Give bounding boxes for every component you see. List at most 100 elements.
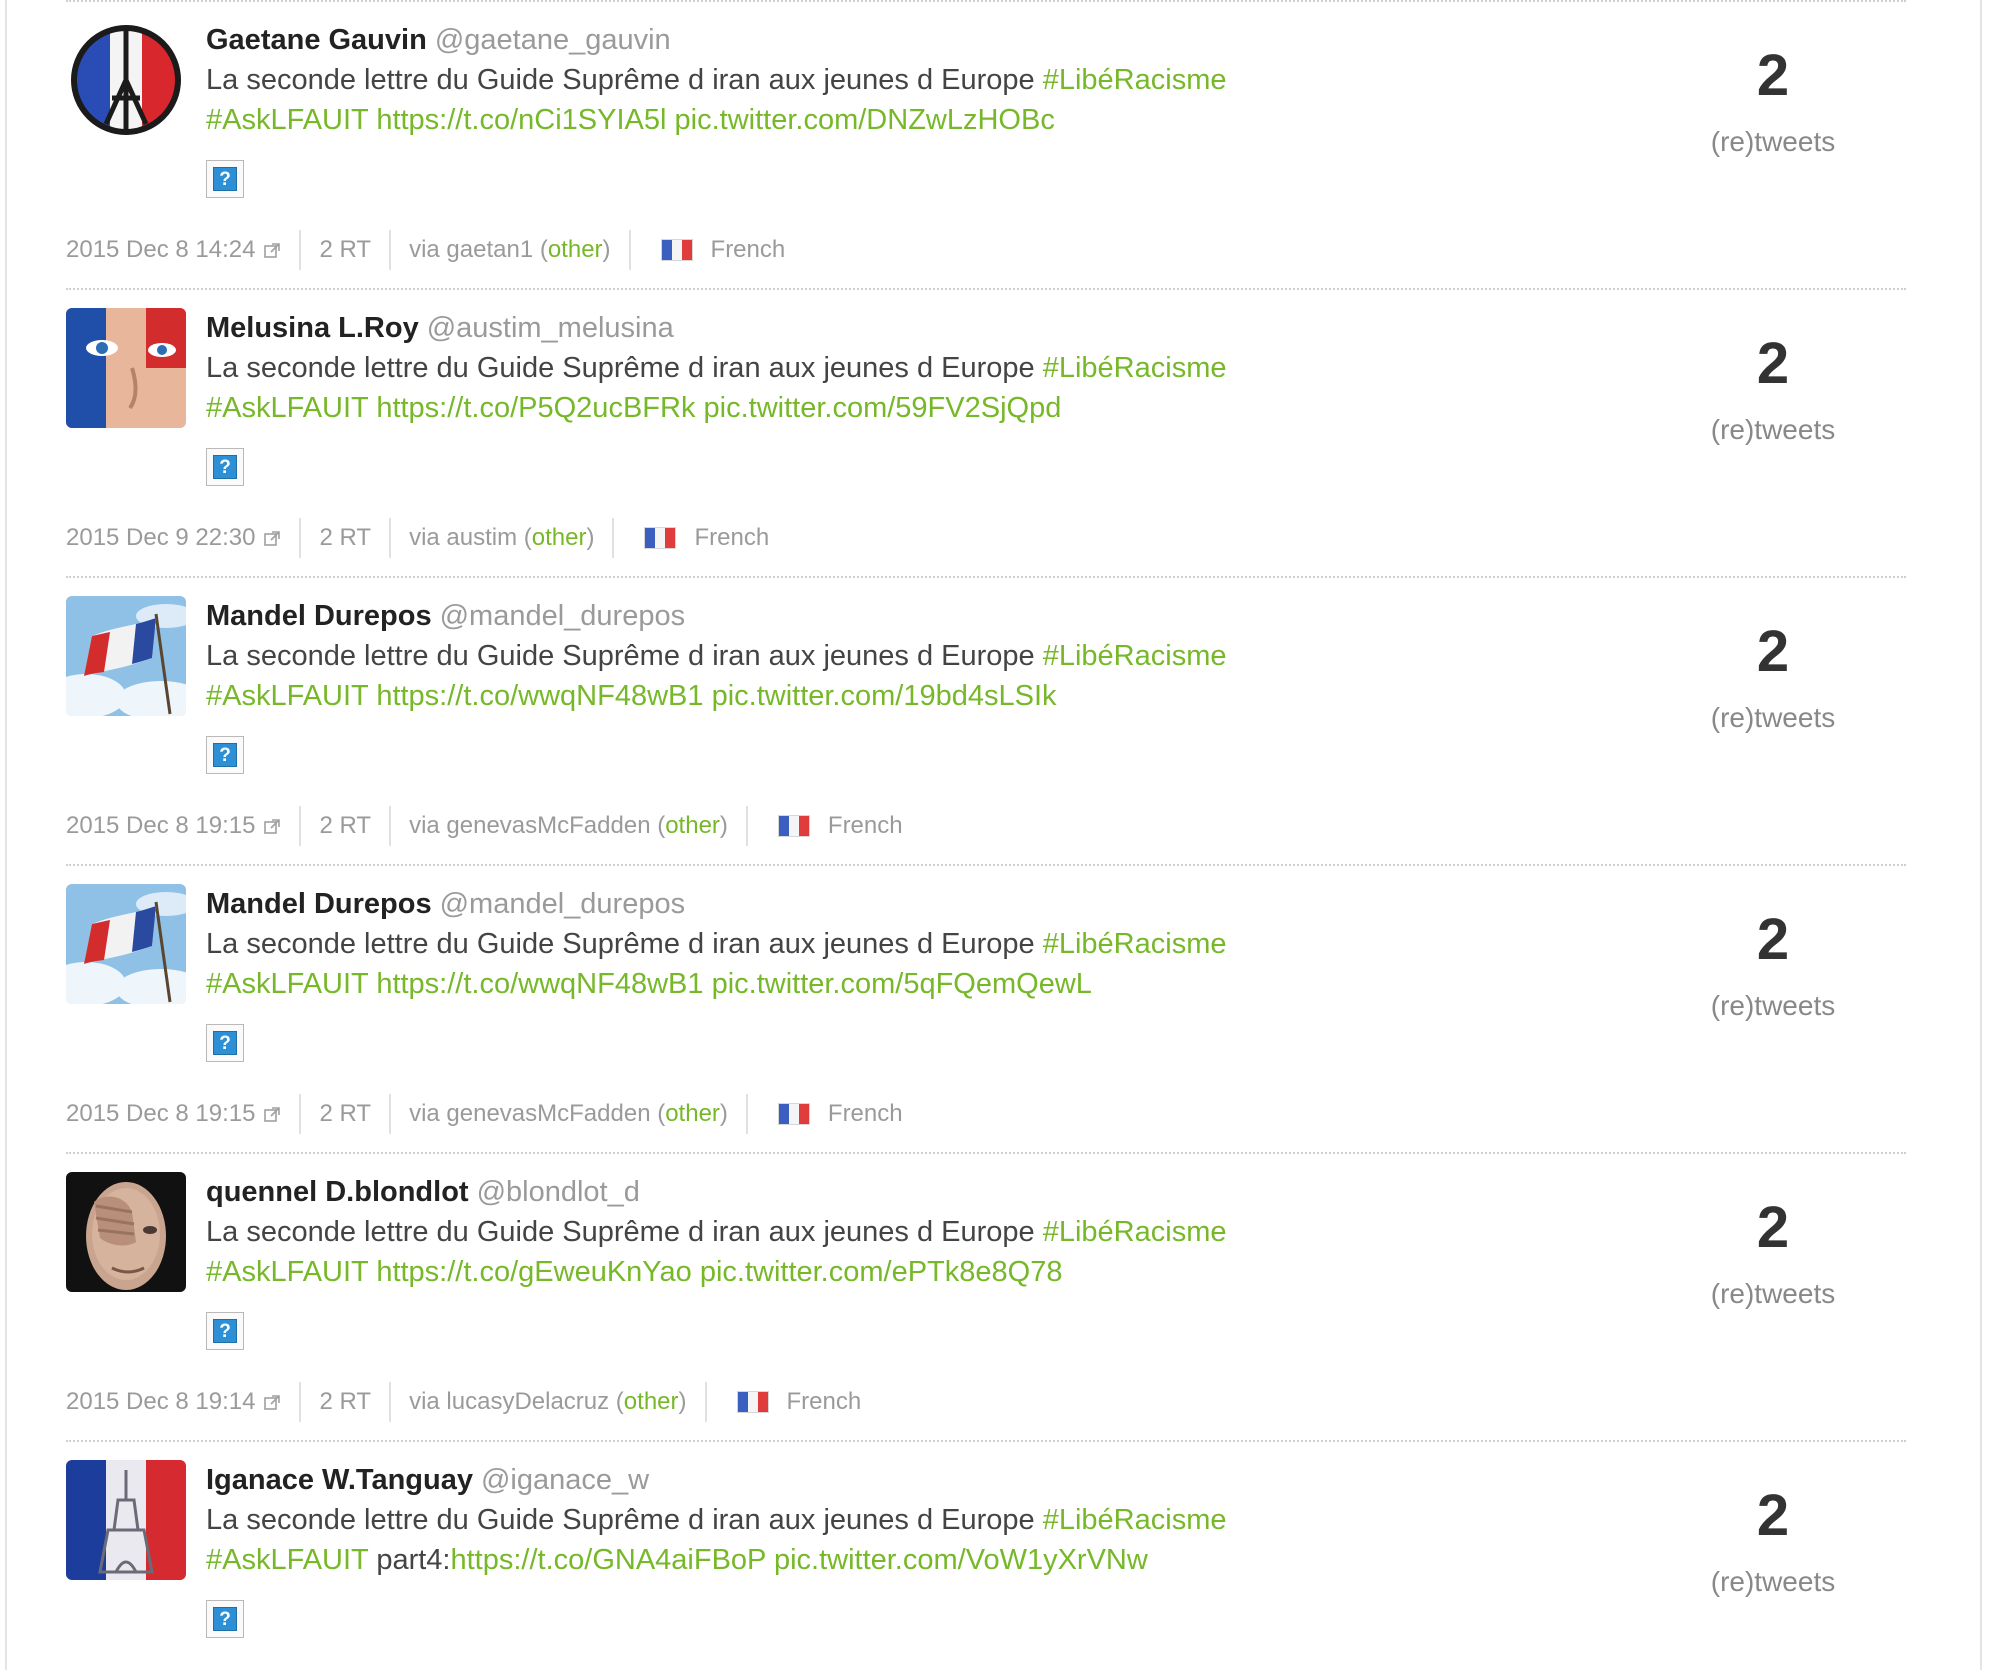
- hashtag-link[interactable]: #AskLFAUIT: [206, 392, 368, 424]
- tweet-item: Iganace W.Tanguay @iganace_w La seconde l…: [0, 1440, 1992, 1670]
- tweet-date-link[interactable]: 2015 Dec 9 22:30: [66, 518, 281, 558]
- rt-count: 2 RT: [319, 812, 372, 839]
- hashtag-link[interactable]: #AskLFAUIT: [206, 680, 368, 712]
- hashtag-link[interactable]: #LibéRacisme: [1043, 640, 1227, 672]
- question-mark-icon: ?: [213, 455, 237, 479]
- tweet-item: quennel D.blondlot @blondlot_d La seconde…: [0, 1152, 1992, 1440]
- avatar[interactable]: [66, 596, 186, 716]
- avatar[interactable]: [66, 20, 186, 140]
- via-prefix: via genevasMcFadden (: [409, 1100, 666, 1127]
- pic-link[interactable]: pic.twitter.com/DNZwLzHOBc: [675, 104, 1055, 136]
- france-flag-icon: [777, 815, 810, 837]
- rt-count: 2 RT: [319, 1100, 372, 1127]
- external-link-icon: [264, 1106, 281, 1122]
- media-button[interactable]: ?: [206, 736, 244, 774]
- hashtag-link[interactable]: #AskLFAUIT: [206, 104, 368, 136]
- avatar[interactable]: [66, 308, 186, 428]
- pic-link[interactable]: pic.twitter.com/5qFQemQewL: [712, 968, 1092, 1000]
- external-link-icon: [264, 1394, 281, 1410]
- media-button[interactable]: ?: [206, 160, 244, 198]
- tweet-meta: 2015 Dec 8 19:15 2 RT via genevasMcFadde…: [66, 806, 903, 846]
- tweet-text: La seconde lettre du Guide Suprême d ira…: [206, 1216, 1043, 1248]
- url-link[interactable]: https://t.co/wwqNF48wB1: [376, 968, 703, 1000]
- via-other-link[interactable]: other: [665, 1094, 720, 1134]
- via-suffix: ): [678, 1388, 687, 1415]
- media-button[interactable]: ?: [206, 1600, 244, 1638]
- avatar[interactable]: [66, 884, 186, 1004]
- meta-separator: [628, 230, 631, 270]
- hashtag-link[interactable]: #LibéRacisme: [1043, 64, 1227, 96]
- pic-link[interactable]: pic.twitter.com/59FV2SjQpd: [704, 392, 1062, 424]
- via-other-link[interactable]: other: [665, 806, 720, 846]
- tweet-text: La seconde lettre du Guide Suprême d ira…: [206, 64, 1043, 96]
- via-other-link[interactable]: other: [532, 518, 587, 558]
- tweet-date-link[interactable]: 2015 Dec 8 19:15: [66, 806, 281, 846]
- tweet-meta: 2015 Dec 8 14:24 2 RT via gaetan1 (other…: [66, 230, 785, 270]
- user-handle: @gaetane_gauvin: [434, 24, 671, 56]
- hashtag-link[interactable]: #LibéRacisme: [1043, 928, 1227, 960]
- hashtag-link[interactable]: #LibéRacisme: [1043, 352, 1227, 384]
- user-name[interactable]: Mandel Durepos: [206, 600, 432, 632]
- tweet-item: Melusina L.Roy @austim_melusina La second…: [0, 288, 1992, 576]
- media-button[interactable]: ?: [206, 448, 244, 486]
- external-link-icon: [264, 818, 281, 834]
- retweet-count-label: (re)tweets: [1710, 990, 1836, 1021]
- retweet-count: 2: [1756, 43, 1790, 108]
- rt-count: 2 RT: [319, 1388, 372, 1415]
- hashtag-link[interactable]: #LibéRacisme: [1043, 1216, 1227, 1248]
- retweet-count-label: (re)tweets: [1710, 126, 1836, 157]
- external-link-icon: [264, 530, 281, 546]
- hashtag-link[interactable]: #LibéRacisme: [1043, 1504, 1227, 1536]
- tweet-date: 2015 Dec 8 19:14: [66, 1388, 256, 1415]
- via-other-link[interactable]: other: [548, 230, 603, 270]
- meta-separator: [389, 1094, 392, 1134]
- media-button[interactable]: ?: [206, 1312, 244, 1350]
- user-name[interactable]: Gaetane Gauvin: [206, 24, 427, 56]
- pic-link[interactable]: pic.twitter.com/19bd4sLSIk: [712, 680, 1057, 712]
- retweet-count: 2: [1756, 1483, 1790, 1548]
- meta-separator: [299, 806, 302, 846]
- france-flag-icon: [777, 1103, 810, 1125]
- user-name[interactable]: quennel D.blondlot: [206, 1176, 469, 1208]
- tweet-date: 2015 Dec 8 19:15: [66, 1100, 256, 1127]
- media-button[interactable]: ?: [206, 1024, 244, 1062]
- avatar[interactable]: [66, 1460, 186, 1580]
- url-link[interactable]: https://t.co/nCi1SYIA5l: [376, 104, 666, 136]
- via-other-link[interactable]: other: [624, 1382, 679, 1422]
- user-name[interactable]: Iganace W.Tanguay: [206, 1464, 473, 1496]
- url-link[interactable]: https://t.co/wwqNF48wB1: [376, 680, 703, 712]
- pic-link[interactable]: pic.twitter.com/VoW1yXrVNw: [774, 1544, 1148, 1576]
- meta-separator: [299, 230, 302, 270]
- pic-link[interactable]: pic.twitter.com/ePTk8e8Q78: [700, 1256, 1063, 1288]
- hashtag-link[interactable]: #AskLFAUIT: [206, 1544, 368, 1576]
- hashtag-link[interactable]: #AskLFAUIT: [206, 1256, 368, 1288]
- meta-separator: [389, 230, 392, 270]
- user-name[interactable]: Mandel Durepos: [206, 888, 432, 920]
- rt-count: 2 RT: [319, 524, 372, 551]
- tweet-language: French: [710, 236, 786, 263]
- tweet-date: 2015 Dec 8 19:15: [66, 812, 256, 839]
- meta-separator: [299, 1094, 302, 1134]
- france-flag-icon: [644, 527, 677, 549]
- via-prefix: via genevasMcFadden (: [409, 812, 666, 839]
- via-suffix: ): [586, 524, 595, 551]
- url-link[interactable]: https://t.co/P5Q2ucBFRk: [376, 392, 695, 424]
- retweet-count: 2: [1756, 1195, 1790, 1260]
- tweet-language: French: [786, 1388, 862, 1415]
- question-mark-icon: ?: [213, 1607, 237, 1631]
- meta-separator: [299, 1382, 302, 1422]
- tweet-date-link[interactable]: 2015 Dec 8 19:15: [66, 1094, 281, 1134]
- tweet-meta: 2015 Dec 8 19:15 2 RT via genevasMcFadde…: [66, 1094, 903, 1134]
- url-link[interactable]: https://t.co/gEweuKnYao: [376, 1256, 691, 1288]
- user-handle: @mandel_durepos: [439, 888, 686, 920]
- hashtag-link[interactable]: #AskLFAUIT: [206, 968, 368, 1000]
- tweet-date-link[interactable]: 2015 Dec 8 14:24: [66, 230, 281, 270]
- tweet-date-link[interactable]: 2015 Dec 8 19:14: [66, 1382, 281, 1422]
- tweet-text: La seconde lettre du Guide Suprême d ira…: [206, 1504, 1043, 1536]
- rt-count: 2 RT: [319, 236, 372, 263]
- user-name[interactable]: Melusina L.Roy: [206, 312, 419, 344]
- url-link[interactable]: https://t.co/GNA4aiFBoP: [450, 1544, 765, 1576]
- user-handle: @austim_melusina: [426, 312, 674, 344]
- avatar[interactable]: [66, 1172, 186, 1292]
- via-suffix: ): [719, 812, 728, 839]
